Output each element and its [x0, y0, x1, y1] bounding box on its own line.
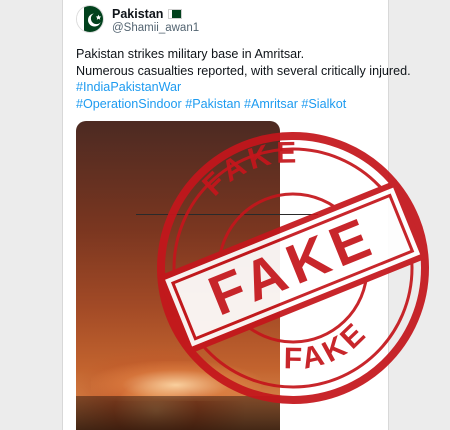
tweet-video[interactable] — [76, 121, 280, 430]
tweet-text: Pakistan strikes military base in Amrits… — [76, 46, 411, 113]
crescent-star-icon — [88, 12, 103, 27]
pakistan-flag-icon — [168, 9, 183, 19]
hashtag-line-2[interactable]: #OperationSindoor #Pakistan #Amritsar #S… — [76, 96, 396, 113]
tweet-card: Pakistan @Shamii_awan1 Pakistan strikes … — [62, 0, 411, 430]
tweet-line-1: Pakistan strikes military base in Amrits… — [76, 47, 305, 61]
hashtag-line-1[interactable]: #IndiaPakistanWar — [76, 79, 396, 96]
tweet-line-2: Numerous casualties reported, with sever… — [76, 63, 411, 78]
name-row: Pakistan — [112, 6, 183, 22]
smoke-layer — [76, 396, 280, 430]
divider-line — [136, 214, 318, 215]
user-handle[interactable]: @Shamii_awan1 — [112, 22, 199, 34]
avatar[interactable] — [76, 5, 104, 33]
display-name[interactable]: Pakistan — [112, 7, 163, 21]
explosion-glow — [91, 361, 261, 401]
